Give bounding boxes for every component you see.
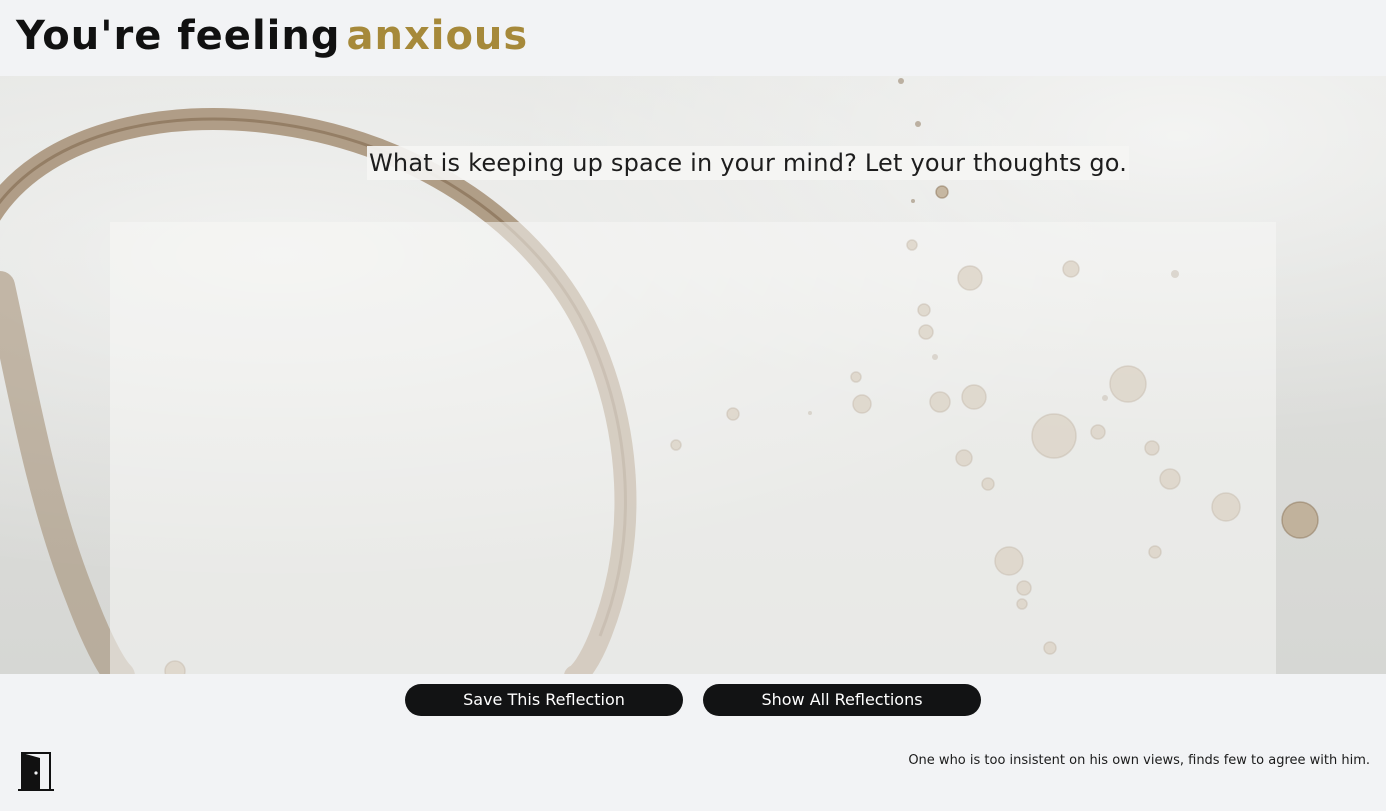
save-reflection-button[interactable]: Save This Reflection [405,684,683,716]
emotion-label: anxious [346,13,529,59]
page-title: You're feeling anxious [16,10,528,62]
show-all-reflections-button[interactable]: Show All Reflections [703,684,981,716]
page-header: You're feeling anxious [0,0,1386,76]
paper-background: What is keeping up space in your mind? L… [0,76,1386,674]
footer-quote: One who is too insistent on his own view… [908,753,1370,768]
reflection-textarea[interactable] [110,222,1276,674]
door-exit-icon[interactable] [18,750,54,792]
reflection-prompt: What is keeping up space in your mind? L… [367,146,1130,180]
reflection-page: You're feeling anxious What is keeping u… [0,0,1386,811]
title-prefix: You're feeling [16,13,341,59]
